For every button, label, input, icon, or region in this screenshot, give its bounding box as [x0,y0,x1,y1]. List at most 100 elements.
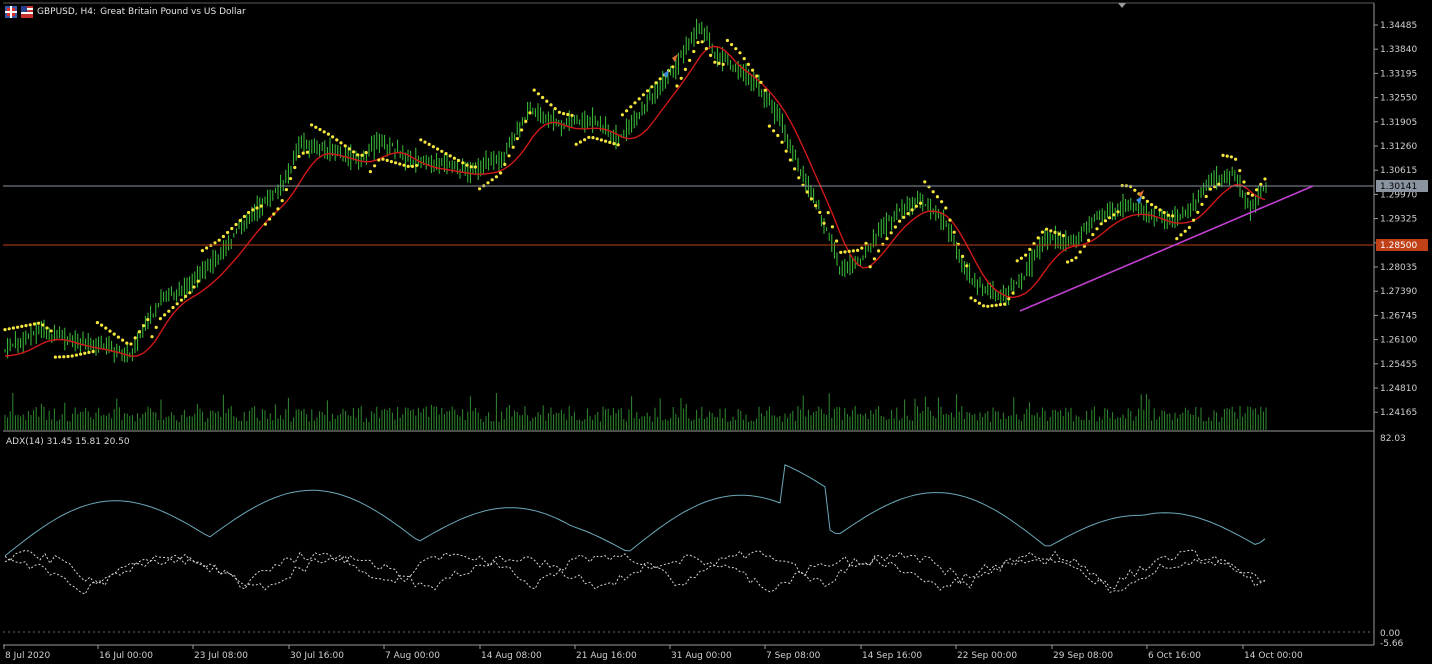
trendline[interactable] [1019,185,1314,312]
sar-dot [1145,199,1149,203]
sar-dot [629,105,633,109]
time-tick-label: 14 Oct 00:00 [1244,651,1303,661]
sar-dot [692,49,696,54]
sar-dot [1057,232,1061,236]
sar-dot [755,74,759,78]
time-tick-label: 8 Jul 2020 [5,651,50,661]
price-chart-canvas[interactable]: 1.34485 1.33840 1.33195 1.32550 1.31905 1.312… [0,0,1432,664]
sar-dot [259,204,263,208]
current-price-value: 1.30141 [1380,182,1417,192]
sar-dot [293,165,297,170]
chart-window[interactable]: GBPUSD, H4: Great Britain Pound vs US Do… [0,0,1432,664]
sar-dot [37,321,41,325]
sar-dot [717,61,721,65]
price-tick-label: 1.31260 [1380,142,1417,152]
chart-shift-marker-icon[interactable] [1118,3,1126,8]
sar-dot [965,264,969,268]
sar-dot [280,199,284,203]
sar-dot [347,147,351,151]
sar-dot [738,51,742,55]
sar-dot [973,299,977,303]
sar-dot [415,163,419,168]
sar-dot [633,101,637,105]
sar-dot [549,103,553,107]
sar-dot [251,208,255,212]
sar-dot [545,99,549,103]
sar-dot [1061,234,1065,238]
sar-dot [835,239,839,243]
sar-dot [625,109,629,113]
sar-dot [1204,194,1208,199]
sar-dot [213,241,217,245]
sar-dot [142,324,146,328]
time-tick-label: 14 Aug 08:00 [481,651,542,661]
sar-dot [608,140,612,144]
sar-dot [679,76,683,80]
sar-dot [314,125,318,129]
sar-dot [326,132,330,136]
sar-dot [566,112,570,117]
time-tick-label: 31 Aug 00:00 [671,651,732,661]
sar-dot [650,85,654,89]
time-tick-label: 16 Jul 00:00 [99,651,153,661]
sar-dot [948,218,952,222]
sar-dot [1108,216,1112,220]
sar-dot [1179,233,1183,237]
sar-dot [595,137,599,141]
sar-dot [276,207,280,211]
adx-bottom-value: -5.66 [1380,639,1404,649]
sar-dot [410,164,414,168]
volume-bars [4,392,1267,430]
sar-dot [746,62,751,66]
sar-dot [889,231,893,235]
sar-dot [62,355,66,359]
sar-dot [87,350,91,354]
sar-dot [158,317,162,321]
sar-dot [49,329,53,333]
sar-dot [1187,225,1191,230]
sar-dot [427,142,431,146]
sar-dot [171,305,175,310]
sar-dot [1225,154,1229,158]
sar-dot [818,210,822,214]
sar-dot [1242,180,1246,184]
sar-dot [553,107,557,111]
sar-dot [301,151,305,155]
sar-dot [490,178,494,182]
sar-dot [381,157,385,161]
sar-dot [1103,219,1107,223]
sar-dot [297,154,301,159]
sar-dot [797,176,801,180]
sar-dot [1175,237,1179,241]
sar-dot [377,158,381,162]
sar-dot [322,130,326,134]
sar-dot [881,242,885,246]
sar-dot [1200,202,1204,206]
sar-dot [104,326,108,330]
sar-dot [469,165,473,169]
sar-dot [839,250,843,254]
sar-dot [696,40,700,45]
sar-dot [284,188,288,192]
sar-dot [1158,208,1162,212]
sell-arrow-icon [672,54,678,62]
sar-dot [1074,256,1078,260]
parabolic-sar-dots [3,38,1267,359]
sar-dot [499,171,503,175]
sar-dot [7,327,11,331]
sar-dot [184,294,188,298]
sar-dot [431,145,435,149]
sar-dot [641,93,646,97]
sar-dot [448,154,452,158]
time-tick-label: 30 Jul 16:00 [290,651,344,661]
sar-dot [32,322,37,326]
sar-dot [977,301,982,305]
sar-dot [100,323,104,327]
price-tick-label: 1.29325 [1380,215,1417,225]
sar-dot [205,246,209,250]
sar-dot [74,353,78,357]
sar-dot [877,249,881,253]
sar-dot [200,249,204,253]
sar-dot [658,77,662,81]
sar-dot [604,139,608,143]
